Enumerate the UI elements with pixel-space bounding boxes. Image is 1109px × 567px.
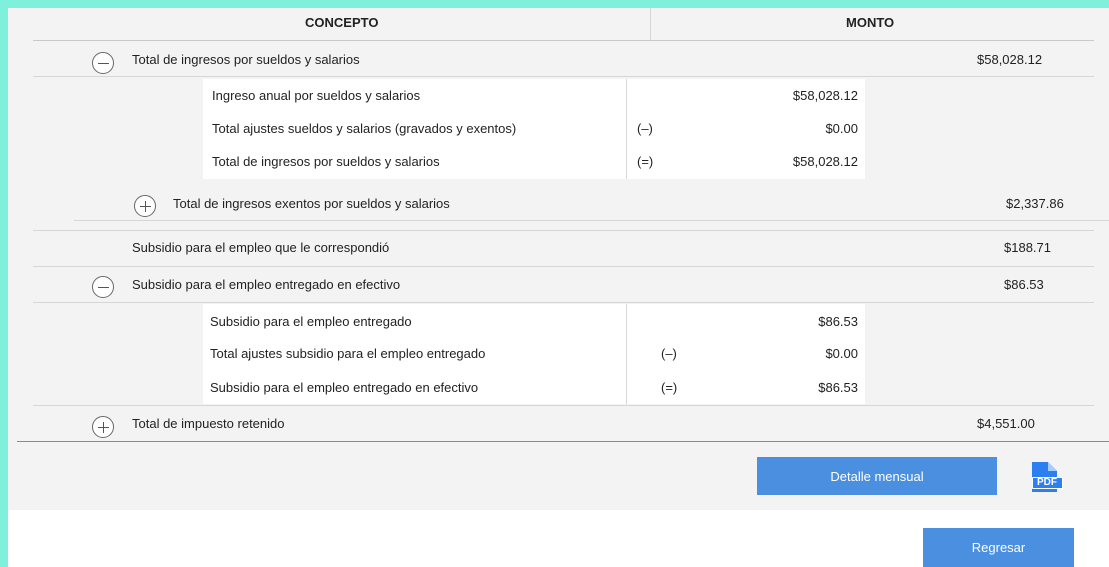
- detalle-mensual-button[interactable]: Detalle mensual: [757, 457, 997, 495]
- row-exentos-label: Total de ingresos exentos por sueldos y …: [173, 196, 450, 211]
- detail-value: $0.00: [825, 346, 858, 361]
- detail-label: Subsidio para el empleo entregado en efe…: [210, 380, 479, 395]
- header-divider: [650, 8, 651, 40]
- header-concept: CONCEPTO: [305, 15, 379, 30]
- row-impuesto-value: $4,551.00: [977, 416, 1035, 431]
- detail-label: Ingreso anual por sueldos y salarios: [212, 88, 421, 103]
- detail-operator: (=): [661, 380, 678, 395]
- row-divider: [33, 405, 1094, 406]
- collapse-ingresos-icon[interactable]: [92, 52, 114, 74]
- detail-operator: (–): [661, 346, 677, 361]
- regresar-button[interactable]: Regresar: [923, 528, 1074, 567]
- row-divider: [74, 220, 1109, 221]
- row-divider: [33, 302, 1094, 303]
- row-subsidio-efectivo-value: $86.53: [1004, 277, 1044, 292]
- row-divider: [33, 266, 1094, 267]
- detail-label: Total ajustes sueldos y salarios (gravad…: [212, 121, 517, 136]
- header-amount: MONTO: [846, 15, 895, 30]
- detail-value: $86.53: [818, 314, 858, 329]
- detail-divider: [626, 79, 627, 179]
- detail-value: $0.00: [825, 121, 858, 136]
- row-ingresos-value: $58,028.12: [977, 52, 1043, 67]
- expand-impuesto-icon[interactable]: [92, 416, 114, 438]
- collapse-subsidio-icon[interactable]: [92, 276, 114, 298]
- header-bottom-line: [33, 40, 1094, 41]
- expand-exentos-icon[interactable]: [134, 195, 156, 217]
- detail-label: Total ajustes subsidio para el empleo en…: [210, 346, 486, 361]
- pdf-icon-text: PDF: [1037, 477, 1057, 488]
- row-subsidio-correspondio-value: $188.71: [1004, 240, 1051, 255]
- detail-label: Subsidio para el empleo entregado: [210, 314, 412, 329]
- detail-value: $86.53: [818, 380, 858, 395]
- detail-label: Total de ingresos por sueldos y salarios: [212, 154, 440, 169]
- detail-operator: (–): [637, 121, 653, 136]
- table-bottom-line: [17, 441, 1109, 442]
- row-divider: [33, 76, 1094, 77]
- row-subsidio-correspondio-label: Subsidio para el empleo que le correspon…: [132, 240, 390, 255]
- row-subsidio-efectivo-label: Subsidio para el empleo entregado en efe…: [132, 277, 401, 292]
- detail-value: $58,028.12: [792, 88, 858, 103]
- pdf-file-icon[interactable]: PDF: [1029, 460, 1063, 494]
- row-exentos-value: $2,337.86: [1006, 196, 1064, 211]
- row-impuesto-label: Total de impuesto retenido: [132, 416, 285, 431]
- detail-divider: [626, 304, 627, 404]
- row-ingresos-label: Total de ingresos por sueldos y salarios: [132, 52, 360, 67]
- row-divider: [33, 230, 1094, 231]
- detail-value: $58,028.12: [792, 154, 858, 169]
- detail-operator: (=): [637, 154, 654, 169]
